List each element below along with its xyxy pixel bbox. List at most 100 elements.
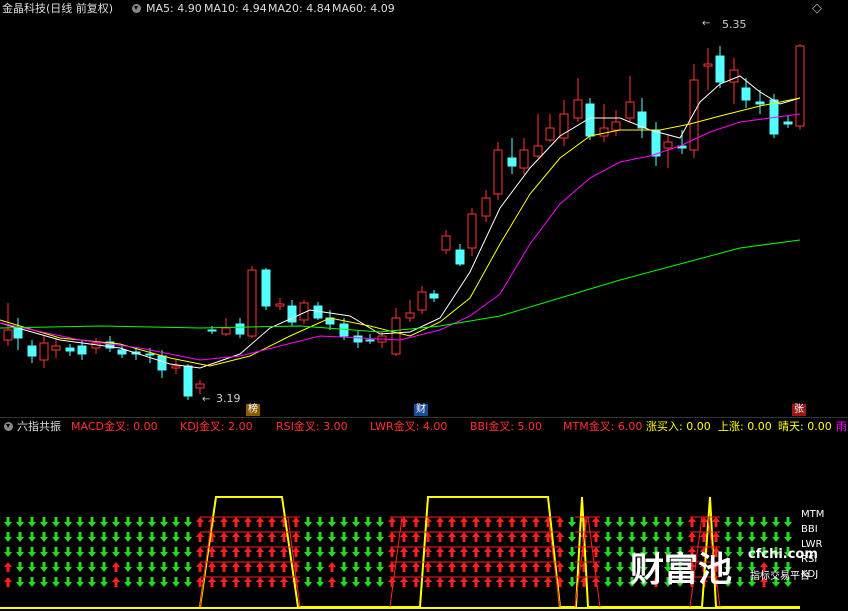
stock-title: 金晶科技(日线 前复权) [2, 2, 114, 15]
signal-arrow-down [760, 517, 768, 527]
signal-arrow-down [340, 532, 348, 542]
chart-header: 金晶科技(日线 前复权) MA5: 4.90 MA10: 4.94 MA20: … [0, 0, 848, 18]
signal-arrow-down [604, 547, 612, 557]
signal-arrow-down [16, 547, 24, 557]
signal-arrow-up [496, 577, 504, 587]
ma10-label: MA10: 4.94 [204, 2, 267, 15]
signal-arrow-down [40, 562, 48, 572]
signal-arrow-down [784, 532, 792, 542]
signal-arrow-down [148, 517, 156, 527]
signal-arrow-down [328, 532, 336, 542]
signal-arrow-up [544, 577, 552, 587]
signal-arrow-up [412, 532, 420, 542]
signal-arrow-up [220, 562, 228, 572]
signal-arrow-up [388, 517, 396, 527]
candle-body [405, 312, 415, 319]
signal-arrow-down [736, 562, 744, 572]
signal-arrow-down [616, 532, 624, 542]
signal-arrow-up [544, 547, 552, 557]
signal-arrow-up [688, 532, 696, 542]
signal-arrow-down [64, 517, 72, 527]
signal-arrow-up [280, 577, 288, 587]
signal-arrow-down [76, 577, 84, 587]
signal-arrow-down [112, 532, 120, 542]
candle-body [65, 347, 75, 352]
candle-body [145, 353, 155, 356]
signal-arrow-up [268, 532, 276, 542]
signal-arrow-up [472, 532, 480, 542]
signal-arrow-up [508, 517, 516, 527]
signal-arrow-up [532, 562, 540, 572]
diamond-icon[interactable]: ◇ [812, 0, 822, 18]
signal-arrow-down [736, 547, 744, 557]
signal-arrow-down [100, 517, 108, 527]
signal-arrow-down [628, 517, 636, 527]
signal-arrow-up [256, 562, 264, 572]
signal-arrow-up [244, 517, 252, 527]
signal-arrow-down [352, 517, 360, 527]
candle-body [467, 213, 477, 249]
signal-arrow-down [328, 547, 336, 557]
signal-arrow-down [52, 577, 60, 587]
signal-arrow-up [112, 562, 120, 572]
chevron-down-icon[interactable] [4, 422, 13, 431]
signal-arrow-down [664, 517, 672, 527]
signal-arrow-up [232, 562, 240, 572]
signal-arrow-up [520, 517, 528, 527]
signal-arrow-down [748, 532, 756, 542]
signal-arrow-down [28, 532, 36, 542]
signal-arrow-down [100, 577, 108, 587]
candle-body [625, 101, 635, 119]
signal-arrow-up [508, 532, 516, 542]
signal-arrow-down [88, 532, 96, 542]
signal-arrow-down [304, 562, 312, 572]
high-price-marker: 5.35 [722, 18, 747, 31]
rain-label: 雨 [836, 420, 847, 433]
candle-body [391, 317, 401, 355]
signal-arrow-down [760, 532, 768, 542]
signal-arrow-up [388, 532, 396, 542]
signal-arrow-down [40, 532, 48, 542]
candle-body [13, 327, 23, 339]
signal-arrow-down [64, 547, 72, 557]
signal-arrow-down [88, 517, 96, 527]
signal-arrow-down [604, 517, 612, 527]
signal-arrow-down [724, 517, 732, 527]
signal-arrow-down [652, 517, 660, 527]
rsi-cross-label: RSI金叉: 3.00 [276, 420, 348, 433]
candle-body [715, 55, 725, 83]
event-tag-zhang[interactable]: 张 [792, 404, 806, 416]
candle-body [507, 157, 517, 167]
signal-arrow-down [184, 577, 192, 587]
signal-arrow-down [76, 517, 84, 527]
signal-arrow-down [616, 577, 624, 587]
signal-arrow-down [64, 577, 72, 587]
signal-arrow-up [412, 562, 420, 572]
signal-arrow-down [628, 532, 636, 542]
event-tag-cai[interactable]: 财 [414, 404, 428, 416]
signal-arrow-up [292, 517, 300, 527]
signal-arrow-down [160, 517, 168, 527]
signal-arrow-up [400, 547, 408, 557]
chevron-down-icon[interactable] [132, 4, 141, 13]
watermark-subtitle: 指标交易平台 [750, 571, 810, 582]
signal-arrow-up [532, 517, 540, 527]
signal-arrow-down [364, 532, 372, 542]
signal-arrow-down [4, 517, 12, 527]
candle-body [417, 291, 427, 311]
signal-arrow-down [40, 547, 48, 557]
signal-arrow-up [244, 532, 252, 542]
signal-arrow-up [484, 532, 492, 542]
event-tag-bang[interactable]: 榜 [246, 404, 260, 416]
signal-arrow-up [484, 577, 492, 587]
candlestick-chart[interactable]: ← ← 5.35 3.19 榜 财 张 [0, 18, 848, 416]
candle-body [51, 345, 61, 351]
indicator-chart[interactable]: MTM BBI LWR RSI KDJ 财富池 cfchi.com 指标交易平台 [0, 435, 848, 611]
signal-arrow-down [376, 547, 384, 557]
signal-arrow-down [364, 577, 372, 587]
signal-arrow-down [124, 517, 132, 527]
signal-arrow-down [364, 562, 372, 572]
candle-body [533, 145, 543, 157]
signal-arrow-down [328, 517, 336, 527]
signal-arrow-down [160, 562, 168, 572]
